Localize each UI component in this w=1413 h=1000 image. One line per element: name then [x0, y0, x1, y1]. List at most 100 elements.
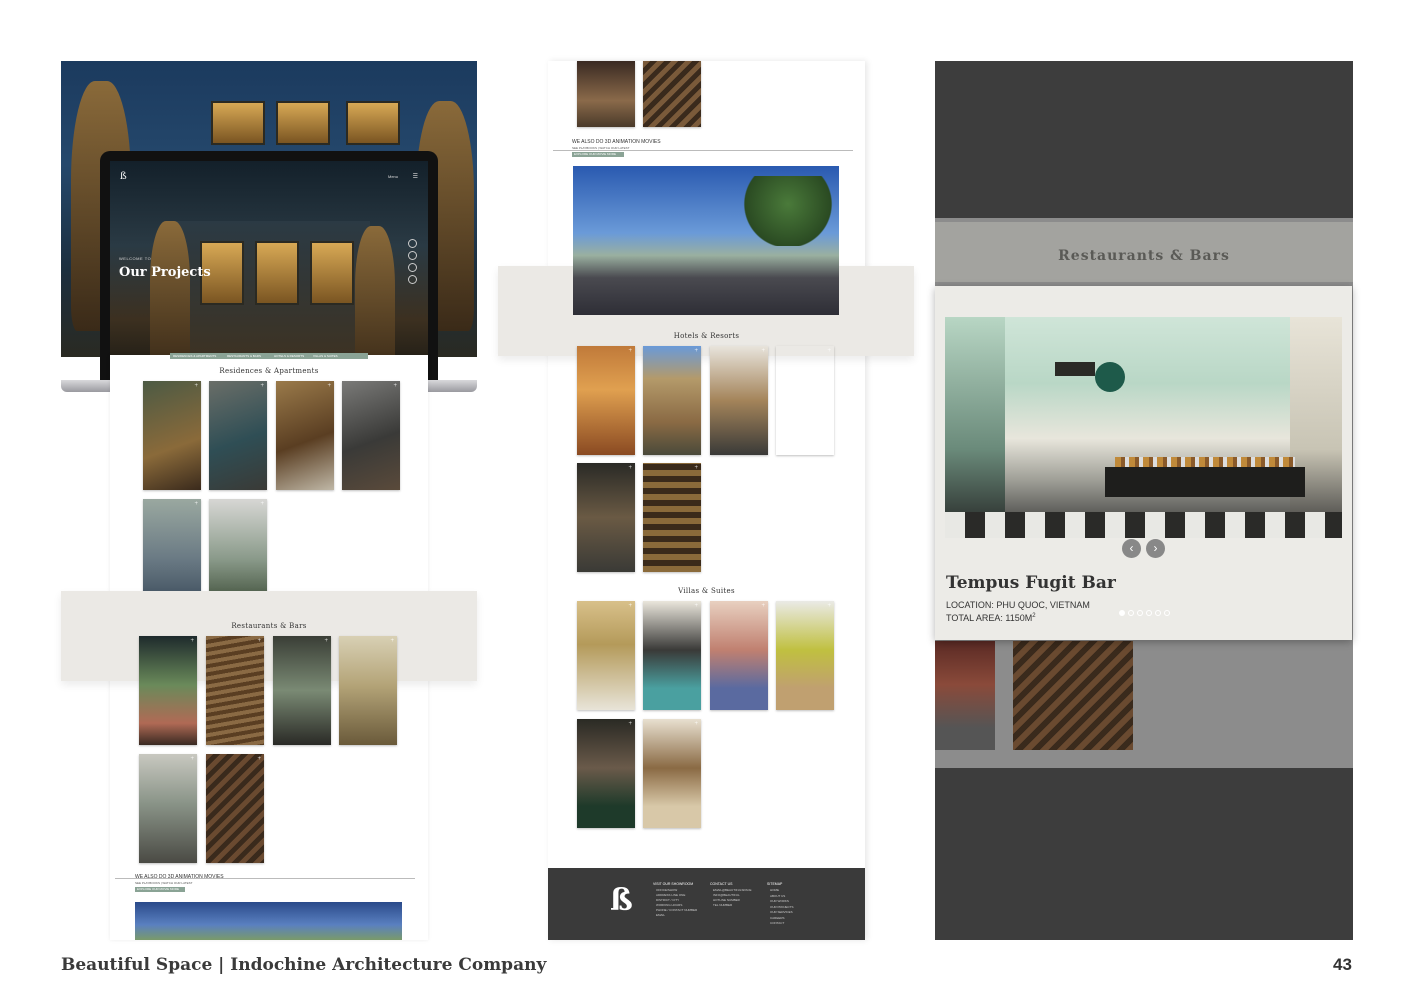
- plus-icon: +: [694, 721, 698, 727]
- footer-col1: OFFICE/SHOW ADDRESS LINE ONE DISTRICT / CI…: [656, 888, 698, 917]
- plus-icon: +: [628, 465, 632, 471]
- footer-logo: ß: [610, 883, 633, 918]
- plus-icon: +: [190, 756, 194, 762]
- project-tile[interactable]: +: [577, 719, 635, 828]
- project-tile[interactable]: +: [342, 381, 400, 490]
- tab-hotels[interactable]: HOTELS & RESORTS: [274, 354, 304, 358]
- carousel-dot-active[interactable]: [1119, 610, 1125, 616]
- project-tile[interactable]: +: [577, 463, 635, 572]
- footer-col2: EMAIL@BEAUTIFULSPACE INFO@BEAUTIFUL HOTLIN…: [713, 888, 752, 907]
- dog-statue: [355, 226, 395, 373]
- tab-restaurants[interactable]: RESTAURANTS & BARS: [227, 354, 261, 358]
- plus-icon: +: [761, 603, 765, 609]
- footer-col3-title: SITEMAP: [767, 882, 783, 886]
- social-icon[interactable]: [408, 251, 417, 260]
- plus-icon: +: [390, 638, 394, 644]
- plus-icon: +: [260, 501, 264, 507]
- hero-title: Our Projects: [119, 265, 211, 280]
- project-tile[interactable]: [643, 61, 701, 127]
- menu-label[interactable]: Menu: [388, 174, 398, 179]
- project-tile[interactable]: +: [776, 601, 834, 710]
- next-arrow-icon[interactable]: ›: [1146, 539, 1165, 558]
- project-location: LOCATION: PHU QUOC, VIETNAM: [946, 600, 1090, 610]
- animation-sub: SEE PLAYBOOKS | WATCH OUR LATEST: [572, 146, 630, 150]
- section-title-villas: Villas & Suites: [678, 587, 735, 595]
- document-footer-title: Beautiful Space | Indochine Architecture…: [61, 955, 547, 975]
- animation-heading: WE ALSO DO 3D ANIMATION MOVIES: [135, 874, 224, 880]
- food: [1115, 457, 1295, 467]
- project-tile[interactable]: +: [643, 601, 701, 710]
- plus-icon: +: [194, 501, 198, 507]
- plus-icon: +: [761, 348, 765, 354]
- nav-tabs: RESIDENCES & APARTMENTS RESTAURANTS & BA…: [170, 353, 368, 359]
- hero-eyebrow: WELCOME TO: [119, 256, 152, 261]
- animation-button[interactable]: EXPLORE OUR MOVIE MORE: [135, 887, 185, 892]
- sketch-line: [553, 150, 853, 151]
- project-tile[interactable]: +: [139, 754, 197, 863]
- project-tile[interactable]: +: [643, 463, 701, 572]
- carousel-dot[interactable]: [1146, 610, 1152, 616]
- animation-button-label[interactable]: EXPLORE OUR MOVIE MORE: [574, 152, 616, 156]
- site-footer: ß VISIT OUR SHOWROOM OFFICE/SHOW ADDRESS …: [548, 868, 865, 940]
- plus-icon: +: [694, 348, 698, 354]
- project-tile[interactable]: +: [577, 346, 635, 455]
- project-tile[interactable]: +: [209, 381, 267, 490]
- plus-icon: +: [827, 603, 831, 609]
- carousel-dot[interactable]: [1155, 610, 1161, 616]
- plus-icon: +: [628, 348, 632, 354]
- social-icon[interactable]: [408, 239, 417, 248]
- section-band: [61, 591, 477, 681]
- laptop-frame: ß ☰ Menu WELCOME TO Our Projects: [100, 151, 438, 383]
- section-title-residences: Residences & Apartments: [219, 367, 319, 375]
- carousel-dot[interactable]: [1128, 610, 1134, 616]
- project-tile[interactable]: +: [206, 754, 264, 863]
- project-tile[interactable]: +: [643, 346, 701, 455]
- plus-icon: +: [628, 721, 632, 727]
- project-tile[interactable]: +: [577, 601, 635, 710]
- project-tile[interactable]: [577, 61, 635, 127]
- plus-icon: +: [694, 603, 698, 609]
- project-tile[interactable]: +: [143, 381, 201, 490]
- animation-preview[interactable]: [573, 166, 839, 315]
- social-icon[interactable]: [408, 275, 417, 284]
- plus-icon: +: [694, 465, 698, 471]
- section-title-hotels: Hotels & Resorts: [673, 332, 740, 340]
- band-title: Restaurants & Bars: [1058, 248, 1230, 264]
- plus-icon: +: [393, 383, 397, 389]
- window: [1290, 317, 1342, 538]
- tab-residences[interactable]: RESIDENCES & APARTMENTS: [173, 354, 216, 358]
- project-tile[interactable]: +: [710, 346, 768, 455]
- house-facade: [170, 221, 370, 361]
- social-icon[interactable]: [408, 263, 417, 272]
- footer-col1-title: VISIT OUR SHOWROOM: [653, 882, 694, 886]
- project-tile: [935, 641, 995, 750]
- plus-icon: +: [260, 383, 264, 389]
- project-tile[interactable]: +: [276, 381, 334, 490]
- prev-arrow-icon[interactable]: ‹: [1122, 539, 1141, 558]
- window: [346, 101, 400, 145]
- tab-villas[interactable]: VILLAS & SUITES: [313, 354, 338, 358]
- project-photo: [945, 317, 1342, 538]
- footer-col3: HOME ABOUT US OUR WORKS OUR PROJECTS OUR SER…: [770, 888, 794, 925]
- project-tile[interactable]: +: [776, 346, 834, 455]
- project-tile: [1013, 641, 1133, 750]
- animation-sub: SEE PLAYBOOKS | WATCH OUR LATEST: [135, 881, 193, 885]
- project-tile[interactable]: +: [206, 636, 264, 745]
- window: [276, 101, 330, 145]
- carousel-dot[interactable]: [1137, 610, 1143, 616]
- carousel-dot[interactable]: [1164, 610, 1170, 616]
- project-modal: ‹ › Tempus Fugit Bar LOCATION: PHU QUOC,…: [935, 286, 1352, 640]
- plus-icon: +: [327, 383, 331, 389]
- animation-button-label[interactable]: EXPLORE OUR MOVIE MORE: [137, 887, 179, 891]
- menu-icon[interactable]: ☰: [413, 173, 418, 180]
- project-tile[interactable]: +: [273, 636, 331, 745]
- plus-icon: +: [190, 638, 194, 644]
- project-tile[interactable]: +: [643, 719, 701, 828]
- page-number: 43: [1333, 955, 1352, 974]
- project-tile[interactable]: +: [710, 601, 768, 710]
- project-tile[interactable]: +: [139, 636, 197, 745]
- project-tile[interactable]: +: [339, 636, 397, 745]
- animation-preview[interactable]: [135, 902, 402, 940]
- animation-button[interactable]: EXPLORE OUR MOVIE MORE: [572, 152, 624, 157]
- dog-statue: [150, 221, 190, 371]
